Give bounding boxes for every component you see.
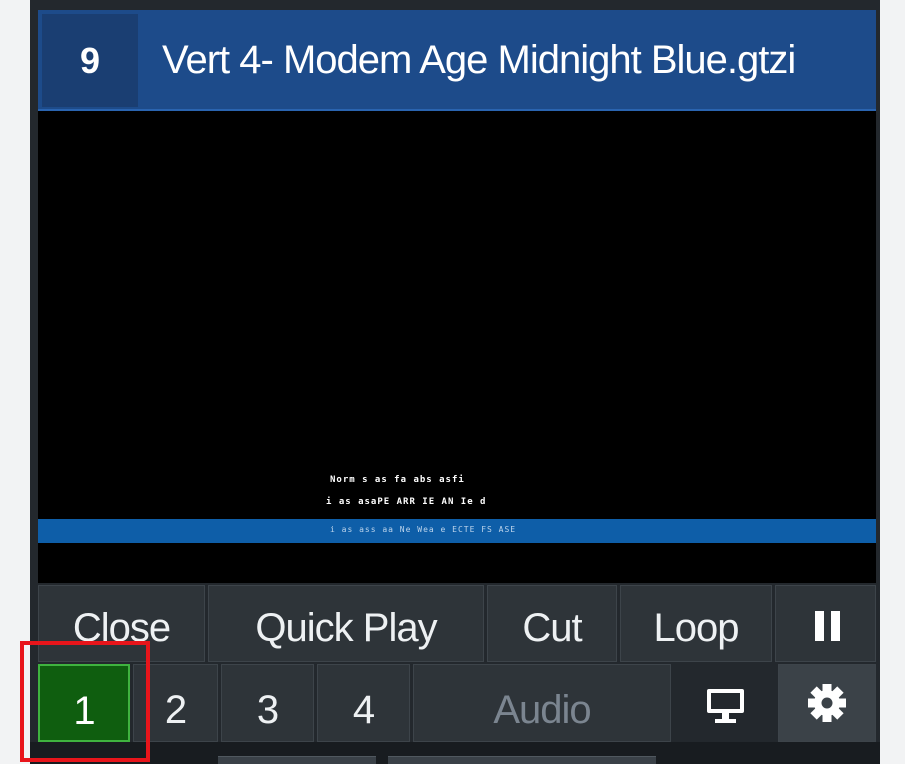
input-title: Vert 4- Modem Age Midnight Blue.gtzi	[162, 38, 796, 82]
lower-third-line-1: Norm s as fa abs asfi	[330, 475, 465, 485]
bottom-tab[interactable]	[388, 756, 656, 764]
external-output-button[interactable]	[674, 664, 775, 742]
left-background	[0, 0, 30, 764]
input-number: 9	[42, 14, 138, 107]
cut-button[interactable]: Cut	[487, 585, 617, 662]
loop-button[interactable]: Loop	[620, 585, 772, 662]
overlay-4-button[interactable]: 4	[317, 664, 410, 742]
input-preview[interactable]: Norm s as fa abs asfi i as asaPE ARR IE …	[38, 111, 876, 583]
lower-third-line-2: i as asaPE ARR IE AN Ie d	[326, 497, 487, 507]
input-title-bar[interactable]: 9 Vert 4- Modem Age Midnight Blue.gtzi	[38, 10, 876, 111]
right-background	[880, 0, 905, 764]
overlay-1-button[interactable]: 1	[38, 664, 130, 742]
pause-button[interactable]	[775, 585, 876, 662]
vmix-input-window: 9 Vert 4- Modem Age Midnight Blue.gtzi N…	[0, 0, 905, 764]
lower-third-line-3: i as ass aa Ne Wea e ECTE FS ASE	[330, 525, 517, 534]
audio-button[interactable]: Audio	[413, 664, 671, 742]
bottom-tab[interactable]	[218, 756, 376, 764]
settings-button[interactable]	[778, 664, 876, 742]
close-button[interactable]: Close	[38, 585, 205, 662]
overlay-2-button[interactable]: 2	[133, 664, 218, 742]
monitor-icon	[675, 665, 774, 741]
quick-play-button[interactable]: Quick Play	[208, 585, 484, 662]
pause-icon	[812, 611, 842, 641]
gear-icon	[779, 665, 875, 741]
overlay-3-button[interactable]: 3	[221, 664, 314, 742]
